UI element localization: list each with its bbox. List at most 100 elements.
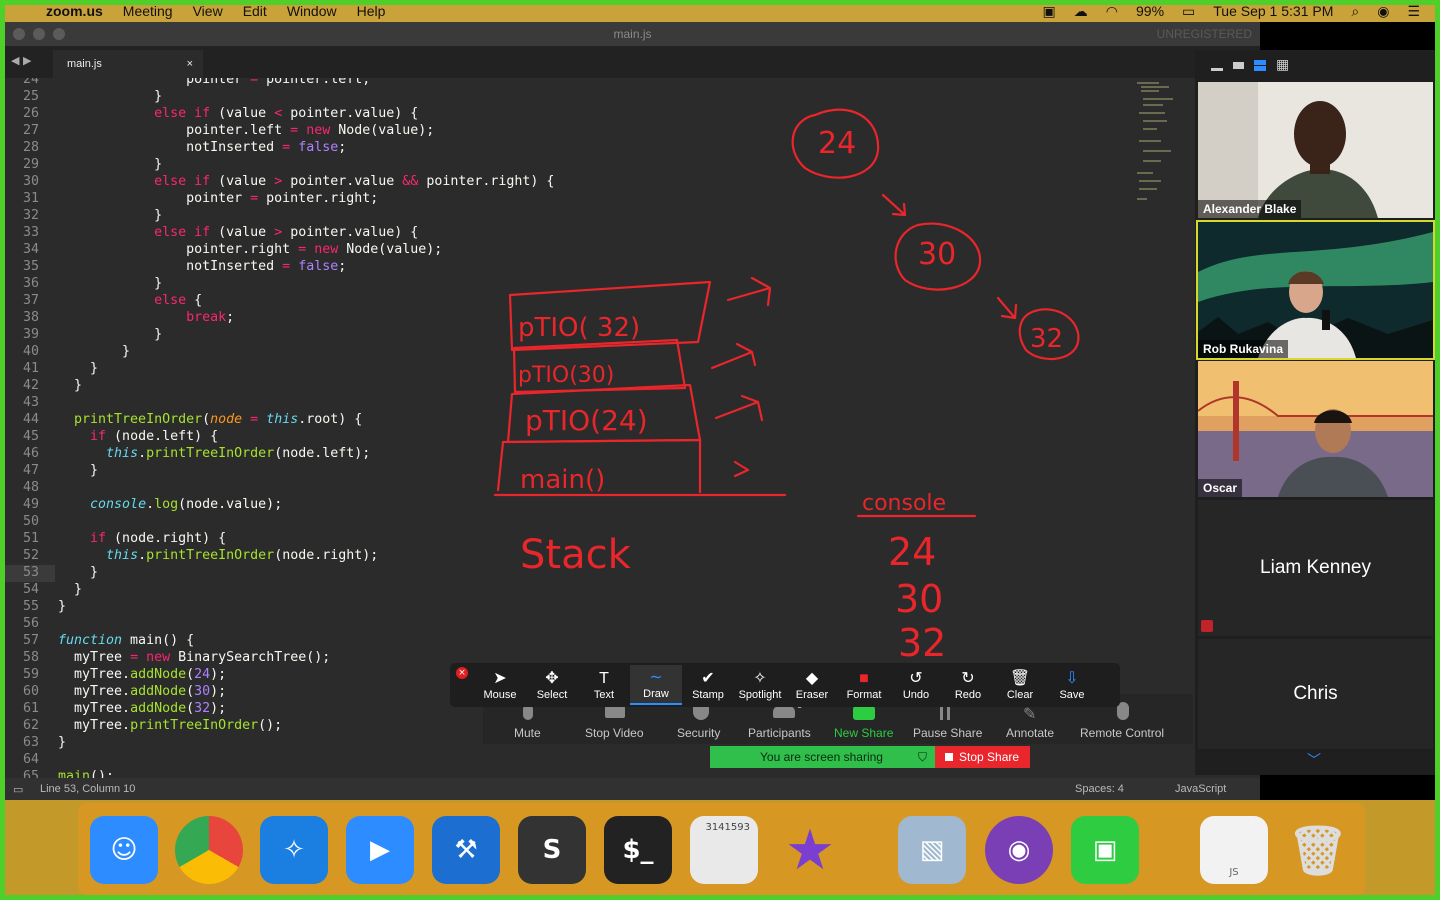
js-file-icon[interactable]: JS <box>1200 816 1268 884</box>
thumbnail-view-icon[interactable] <box>1254 59 1266 71</box>
tool-redo[interactable]: ↻ Redo <box>942 669 994 701</box>
tool-clear[interactable]: 🗑 Clear <box>994 669 1046 701</box>
participant-tile-liam[interactable]: Liam Kenney <box>1198 500 1433 636</box>
tool-eraser[interactable]: ◆ Eraser <box>786 669 838 701</box>
scroll-down-chevron-icon[interactable]: ﹀ <box>1307 750 1321 770</box>
finder-icon[interactable]: ☺ <box>90 816 158 884</box>
pause-icon[interactable] <box>940 706 950 720</box>
participant-name: Liam Kenney <box>1260 557 1371 578</box>
participants-icon[interactable] <box>773 706 795 718</box>
terminal-icon[interactable]: $_ <box>604 816 672 884</box>
line-number: 65 <box>22 769 39 778</box>
new-share-icon[interactable] <box>853 706 875 720</box>
tree-edge-24-30 <box>881 193 907 217</box>
tool-stamp[interactable]: ✔ Stamp <box>682 669 734 701</box>
speaker-strip-icon[interactable] <box>1233 61 1244 69</box>
tool-format[interactable]: ■ Format <box>838 669 890 701</box>
participant-tile-oscar[interactable]: Oscar <box>1198 361 1433 497</box>
line-number: 59 <box>22 667 39 682</box>
indentation-setting[interactable]: Spaces: 4 <box>1075 783 1124 795</box>
participants-button[interactable]: Participants <box>748 726 811 740</box>
participant-video-oscar <box>1198 361 1433 497</box>
tool-label: Save <box>1059 689 1085 701</box>
pause-share-button[interactable]: Pause Share <box>913 726 982 740</box>
move-icon: ✥ <box>545 670 559 687</box>
trash-icon: 🗑 <box>1009 670 1031 687</box>
cursor-position[interactable]: Line 53, Column 10 <box>40 783 135 795</box>
participant-name: Chris <box>1293 683 1338 704</box>
tool-label: Mouse <box>483 689 517 701</box>
tool-label: Draw <box>643 688 669 700</box>
tool-label: Redo <box>954 689 982 701</box>
calculator-icon[interactable]: 3141593 <box>690 816 758 884</box>
sharing-status[interactable]: You are screen sharing ⛉ <box>710 746 935 768</box>
participant-tile-rob[interactable]: Rob Rukavina <box>1196 220 1435 360</box>
return-arrow-3 <box>714 394 764 422</box>
user-avatar-icon[interactable]: ◉ <box>1377 3 1389 20</box>
code-line[interactable]: main(); <box>58 769 114 778</box>
code-line[interactable]: } <box>58 735 66 750</box>
node-label-30: 30 <box>918 237 956 272</box>
facetime-icon[interactable]: ▣ <box>1071 816 1139 884</box>
console-value-3: 32 <box>898 621 946 660</box>
code-line[interactable]: myTree.addNode(32); <box>58 701 226 716</box>
participant-name: Oscar <box>1198 479 1243 497</box>
tool-mouse[interactable]: ➤ Mouse <box>474 669 526 701</box>
status-panel-toggle-icon[interactable]: ▭ <box>13 783 23 796</box>
line-number: 62 <box>22 718 39 733</box>
clock[interactable]: Tue Sep 1 5:31 PM <box>1213 3 1333 19</box>
stop-video-button[interactable]: Stop Video <box>585 726 644 740</box>
zoom-icon[interactable]: ▶ <box>346 816 414 884</box>
stop-share-label: Stop Share <box>959 750 1020 764</box>
remote-control-button[interactable]: Remote Control <box>1080 726 1164 740</box>
participant-video-alexander <box>1198 82 1433 218</box>
participant-tile-alexander[interactable]: Alexander Blake <box>1198 82 1433 218</box>
preview-icon[interactable]: ▧ <box>898 816 966 884</box>
security-button[interactable]: Security <box>677 726 720 740</box>
chrome-icon[interactable] <box>175 816 243 884</box>
pencil-icon[interactable]: ✎ <box>1023 704 1036 724</box>
stack-frame-label-4: main() <box>520 465 605 495</box>
line-number: 61 <box>22 701 39 716</box>
tool-text[interactable]: T Text <box>578 669 630 701</box>
shield-check-icon: ⛉ <box>917 749 927 764</box>
tool-select[interactable]: ✥ Select <box>526 669 578 701</box>
minimize-panel-icon[interactable] <box>1211 67 1223 71</box>
tool-spotlight[interactable]: ✧ Spotlight <box>734 669 786 701</box>
stop-share-button[interactable]: Stop Share <box>935 746 1030 768</box>
github-desktop-icon[interactable]: ◉ <box>985 816 1053 884</box>
annotate-button[interactable]: Annotate <box>1006 726 1054 740</box>
participant-tile-chris[interactable]: Chris <box>1198 639 1433 749</box>
tool-undo[interactable]: ↺ Undo <box>890 669 942 701</box>
tool-save[interactable]: ⇩ Save <box>1046 669 1098 701</box>
undo-icon: ↺ <box>909 670 923 687</box>
xcode-icon[interactable]: ⚒ <box>432 816 500 884</box>
stack-frame-label-2: pTIO(30) <box>518 363 614 388</box>
tool-label: Format <box>846 689 882 701</box>
code-line[interactable]: myTree.addNode(30); <box>58 684 226 699</box>
code-line[interactable]: myTree.addNode(24); <box>58 667 226 682</box>
new-share-button[interactable]: New Share <box>834 726 893 740</box>
tool-label: Undo <box>902 689 930 701</box>
stop-square-icon <box>945 753 953 761</box>
close-annotation-icon[interactable]: × <box>456 667 468 679</box>
grid-view-icon[interactable]: ▦ <box>1276 57 1289 73</box>
safari-icon[interactable]: ✧ <box>260 816 328 884</box>
mute-button[interactable]: Mute <box>514 726 541 740</box>
spotlight-search-icon[interactable]: ⌕ <box>1351 3 1359 20</box>
syntax-language[interactable]: JavaScript <box>1175 783 1226 795</box>
imovie-icon[interactable]: ★ <box>776 816 844 884</box>
stack-frame-label-1: pTIO( 32) <box>518 313 640 343</box>
notification-center-icon[interactable]: ☰ <box>1407 3 1420 20</box>
tool-label: Spotlight <box>738 689 782 701</box>
return-arrow-4 <box>733 460 750 478</box>
tree-edge-30-32 <box>996 296 1018 320</box>
trash-icon[interactable]: 🗑 <box>1284 816 1352 884</box>
screen-sharing-bar: You are screen sharing ⛉ Stop Share <box>710 746 1030 768</box>
tool-label: Eraser <box>795 689 829 701</box>
sublime-text-icon[interactable]: S <box>518 816 586 884</box>
code-line[interactable]: myTree.printTreeInOrder(); <box>58 718 282 733</box>
video-camera-icon[interactable] <box>605 706 625 718</box>
tool-draw[interactable]: ∼ Draw <box>630 665 682 705</box>
stack-label: Stack <box>520 532 632 578</box>
